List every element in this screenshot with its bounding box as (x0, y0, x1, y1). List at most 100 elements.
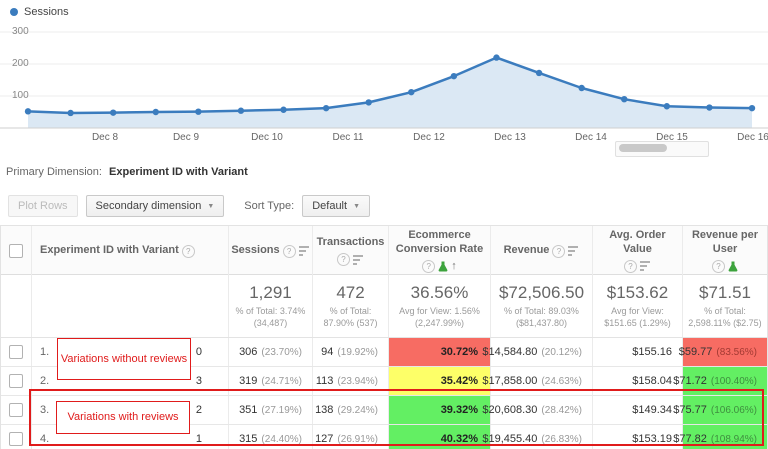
avg-order-value-cell-value: $155.16 (632, 346, 672, 358)
conversion-rate-value: 30.72% (440, 346, 478, 358)
y-axis-tick: 300 (12, 26, 29, 37)
x-axis-label: Dec 12 (413, 132, 445, 143)
help-icon[interactable]: ? (712, 259, 725, 273)
select-all-checkbox[interactable] (9, 244, 23, 259)
avg-order-value-cell: $149.34 (592, 396, 682, 424)
chart-scrollbar-track (615, 141, 709, 157)
column-ecommerce-conversion-rate[interactable]: Ecommerce Conversion Rate ? ↑ (388, 226, 490, 277)
row-checkbox-cell (1, 367, 31, 395)
table-header: Experiment ID with Variant ? Sessions ? … (1, 226, 767, 277)
sessions-legend-dot-icon (10, 8, 18, 16)
sessions-cell-percent: (23.70%) (261, 346, 302, 358)
x-axis-label: Dec 8 (91, 132, 119, 143)
conversion-rate-value: 39.32% (440, 404, 478, 416)
revenue-cell-value: $14,584.80 (482, 346, 538, 358)
row-checkbox[interactable] (9, 374, 23, 388)
avg-order-value-cell-value: $158.04 (632, 375, 672, 387)
revenue-cell: $17,858.00 (24.63%) (482, 367, 592, 395)
conversion-rate-value: 35.42% (440, 375, 478, 387)
chart-scrollbar-thumb[interactable] (619, 144, 667, 152)
row-checkbox[interactable] (9, 345, 23, 359)
revenue-cell-percent: (20.12%) (541, 346, 582, 358)
sessions-line-chart (0, 31, 768, 129)
primary-dimension-value[interactable]: Experiment ID with Variant (109, 166, 248, 178)
column-sessions[interactable]: Sessions ? (228, 226, 312, 277)
revenue-per-user-cell-value: $77.82 (673, 433, 707, 445)
transactions-cell-percent: (23.94%) (337, 375, 378, 387)
column-experiment[interactable]: Experiment ID with Variant ? (31, 226, 228, 277)
transactions-cell-percent: (26.91%) (337, 433, 378, 445)
x-axis-label: Dec 14 (575, 132, 607, 143)
help-icon[interactable]: ? (282, 244, 296, 258)
sort-type-button[interactable]: Default ▼ (302, 195, 370, 217)
revenue-cell: $14,584.80 (20.12%) (482, 338, 592, 366)
analytics-report: Sessions 300 200 100 Dec 8 Dec 9 Dec 10 Dec… (0, 0, 768, 449)
revenue-cell-percent: (28.42%) (541, 404, 582, 416)
revenue-per-user-cell-percent: (83.56%) (716, 346, 757, 358)
sessions-cell-percent: (24.71%) (261, 375, 302, 387)
revenue-per-user-cell-value: $71.72 (673, 375, 707, 387)
experiment-variant[interactable]: 1 (196, 433, 202, 445)
row-checkbox-cell (1, 396, 31, 424)
x-axis-label: Dec 10 (251, 132, 283, 143)
row-checkbox[interactable] (9, 403, 23, 417)
revenue-cell-value: $19,455.40 (482, 433, 538, 445)
chart-legend: Sessions (10, 6, 69, 18)
summary-revenue: $72,506.50 % of Total: 89.03% ($81,437.8… (490, 275, 592, 337)
sort-bars-icon (640, 261, 650, 272)
conversion-rate-cell: 39.32% (388, 396, 490, 424)
revenue-per-user-cell-percent: (108.94%) (710, 433, 757, 445)
transactions-cell-value: 113 (315, 375, 334, 387)
help-icon[interactable]: ? (181, 244, 195, 258)
column-transactions[interactable]: Transactions ? (312, 226, 388, 277)
sessions-cell-value: 306 (239, 346, 258, 358)
help-icon[interactable]: ? (337, 253, 350, 266)
sessions-cell-percent: (27.19%) (261, 404, 302, 416)
avg-order-value-cell-value: $149.34 (632, 404, 672, 416)
conversion-rate-cell: 35.42% (388, 367, 490, 395)
sort-type-value: Default (312, 200, 348, 212)
plot-rows-button[interactable]: Plot Rows (8, 195, 78, 217)
revenue-per-user-cell: $77.82 (108.94%) (673, 425, 767, 449)
experiment-variant[interactable]: 0 (196, 346, 202, 358)
sort-type-label: Sort Type: (244, 200, 295, 212)
avg-order-value-cell: $158.04 (592, 367, 682, 395)
revenue-cell: $19,455.40 (26.83%) (482, 425, 592, 449)
primary-dimension-label: Primary Dimension: (6, 166, 102, 178)
sort-bars-icon (353, 254, 363, 265)
summary-revenue-per-user: $71.51 % of Total: 2,598.11% ($2.75) (682, 275, 767, 337)
column-revenue[interactable]: Revenue ? (490, 226, 592, 277)
legend-label: Sessions (24, 6, 69, 18)
conversion-rate-cell: 40.32% (388, 425, 490, 449)
experiment-variant[interactable]: 3 (196, 375, 202, 387)
row-checkbox-cell (1, 425, 31, 449)
annotation-variations-without-reviews: Variations without reviews (57, 338, 191, 380)
x-axis-label: Dec 9 (172, 132, 200, 143)
summary-avg-order-value: $153.62 Avg for View: $151.65 (1.29%) (592, 275, 682, 337)
flask-icon (438, 261, 448, 272)
flask-icon (728, 261, 738, 272)
revenue-per-user-cell: $75.77 (106.06%) (673, 396, 767, 424)
x-axis-label: Dec 13 (494, 132, 526, 143)
sessions-cell-value: 319 (239, 375, 258, 387)
chevron-down-icon: ▼ (353, 202, 360, 210)
table-toolbar: Plot Rows Secondary dimension ▼ Sort Typ… (0, 190, 768, 222)
transactions-cell: 138 (29.24%) (312, 396, 388, 424)
revenue-per-user-cell-value: $59.77 (678, 346, 713, 358)
secondary-dimension-label: Secondary dimension (95, 200, 202, 212)
revenue-cell-value: $17,858.00 (482, 375, 538, 387)
help-icon[interactable]: ? (552, 244, 566, 258)
experiment-variant[interactable]: 2 (196, 404, 202, 416)
transactions-cell-percent: (19.92%) (337, 346, 378, 358)
column-revenue-per-user[interactable]: Revenue per User ? (682, 226, 767, 277)
plot-rows-label: Plot Rows (18, 200, 68, 212)
transactions-cell-value: 138 (315, 404, 334, 416)
column-avg-order-value[interactable]: Avg. Order Value ? (592, 226, 682, 277)
secondary-dimension-button[interactable]: Secondary dimension ▼ (85, 195, 225, 217)
sort-bars-icon (298, 246, 309, 257)
help-icon[interactable]: ? (422, 259, 436, 273)
revenue-cell-percent: (24.63%) (541, 375, 582, 387)
sessions-cell-value: 315 (239, 433, 258, 445)
row-checkbox[interactable] (9, 432, 23, 446)
help-icon[interactable]: ? (624, 259, 637, 273)
